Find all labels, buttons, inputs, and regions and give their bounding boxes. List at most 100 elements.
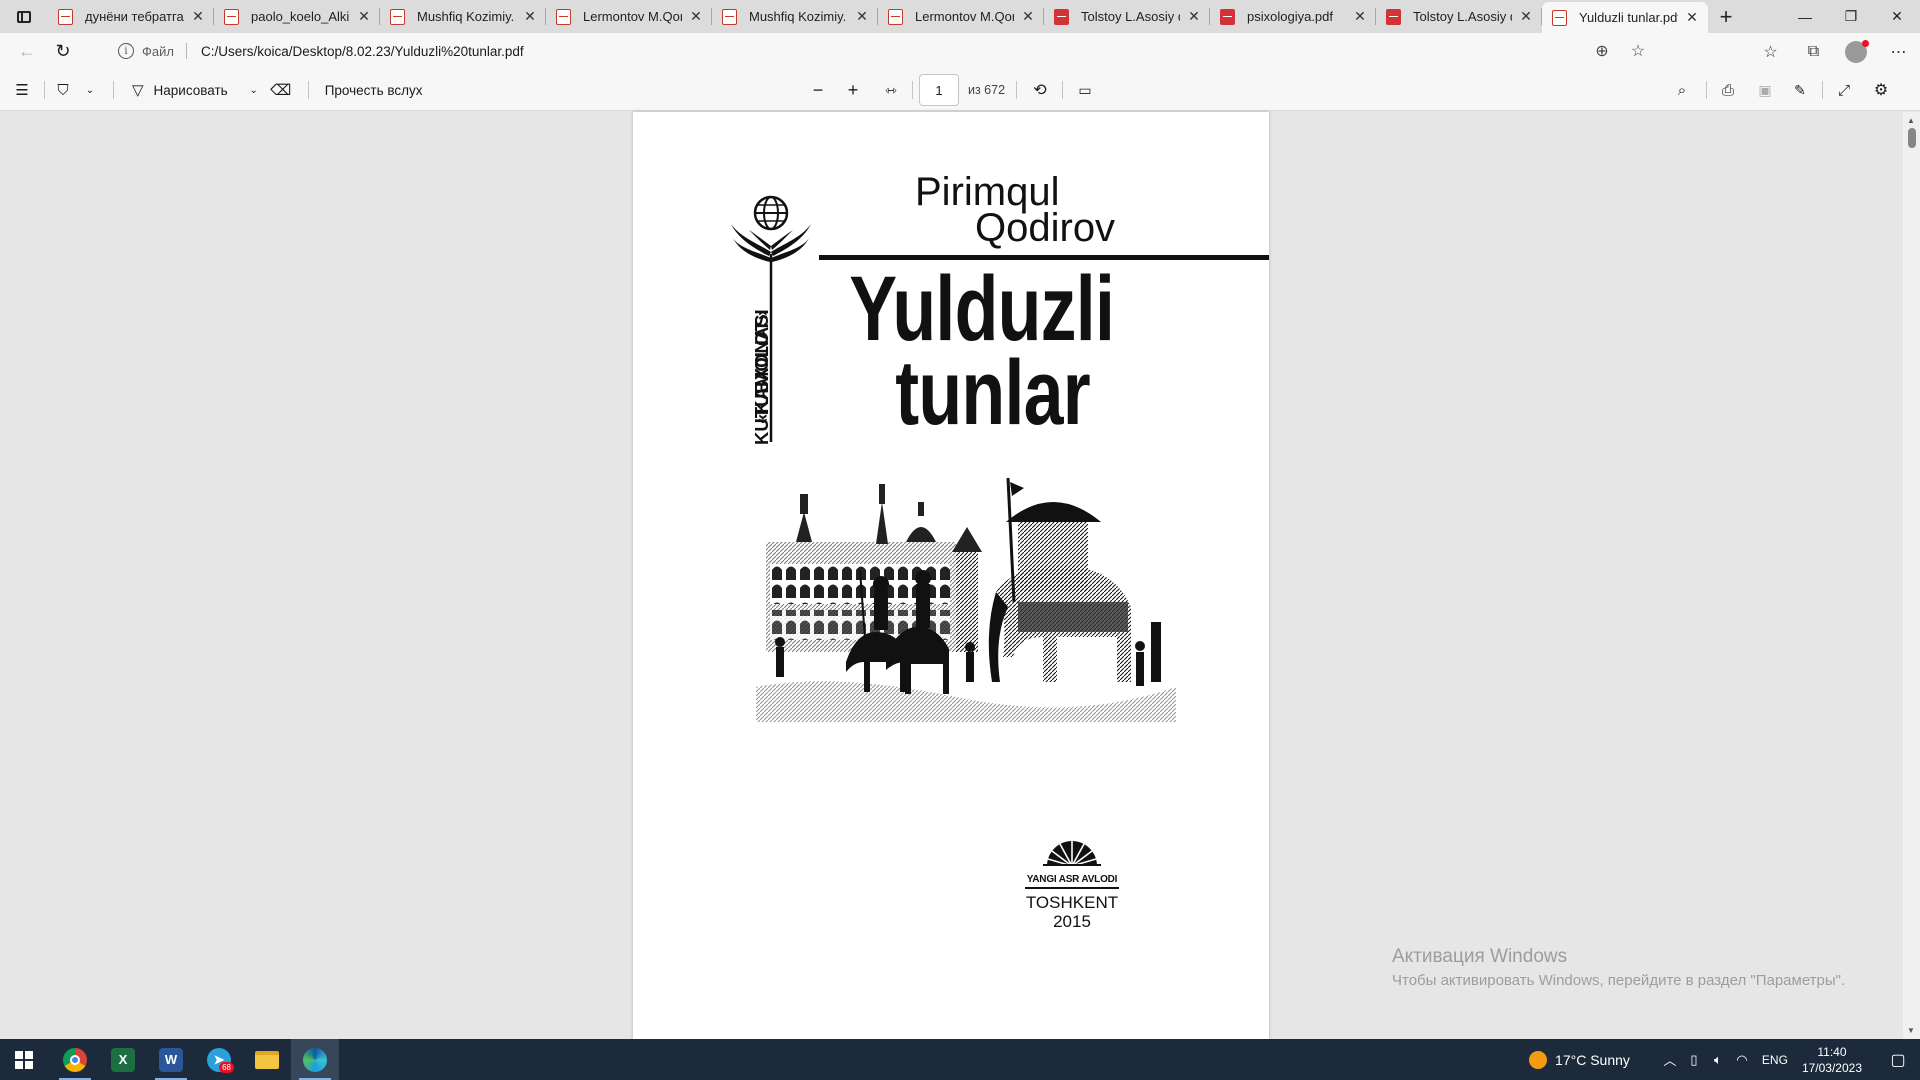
print-icon[interactable]: ⎙ (1712, 75, 1744, 105)
pdf-viewer[interactable]: «KAMOLOT» KUTUBXONASI Pirimqul Qodirov Y… (0, 112, 1920, 1039)
zoom-in-icon[interactable]: + (840, 75, 866, 105)
telegram-taskbar-button[interactable]: ➤ 68 (195, 1039, 243, 1080)
chrome-taskbar-button[interactable] (51, 1039, 99, 1080)
scroll-down-icon[interactable]: ▼ (1907, 1026, 1915, 1035)
tab-9-active[interactable]: Yulduzli tunlar.pdf ✕ (1542, 2, 1708, 33)
edge-taskbar-button[interactable] (291, 1039, 339, 1080)
pdf-file-icon (1054, 8, 1069, 25)
contents-icon[interactable]: ☰ (0, 75, 44, 105)
pdf-file-icon (556, 8, 571, 25)
publication-year: 2015 (1053, 912, 1091, 931)
close-tab-icon[interactable]: ✕ (688, 8, 704, 25)
fit-page-icon[interactable]: ⇿ (876, 75, 906, 105)
publisher-block: YANGI ASR AVLODI TOSHKENT 2015 (1025, 836, 1119, 931)
tab-4[interactable]: Mushfiq Kozimiy. C ✕ (712, 0, 878, 33)
more-options-icon[interactable]: ⋯ (1877, 37, 1920, 67)
windows-taskbar: X W ➤ 68 17°C Sunny ︿ ▯ 🔈︎ ◠ ENG 11:40 1… (0, 1039, 1920, 1080)
volume-icon[interactable]: 🔈︎ (1706, 1052, 1730, 1068)
zoom-icon[interactable]: ⊕ (1584, 41, 1620, 61)
draw-button[interactable]: ▽ Нарисовать (114, 75, 228, 105)
close-tab-icon[interactable]: ✕ (356, 8, 372, 25)
highlight-dropdown-icon[interactable]: ⌄ (81, 75, 99, 105)
draw-dropdown-icon[interactable]: ⌄ (242, 75, 266, 105)
highlight-icon[interactable]: ⛉ (45, 75, 81, 105)
telegram-badge: 68 (219, 1062, 234, 1073)
page-view-icon[interactable]: ▭ (1070, 75, 1100, 105)
read-aloud-button[interactable]: Прочесть вслух (309, 75, 423, 105)
language-indicator[interactable]: ENG (1762, 1053, 1788, 1067)
tab-5[interactable]: Lermontov M.Qora ✕ (878, 0, 1044, 33)
divider (1016, 81, 1017, 99)
collections-icon[interactable]: ⧉ (1792, 37, 1835, 67)
vertical-scrollbar[interactable]: ▲ ▼ (1903, 112, 1920, 1039)
minimize-button[interactable]: — (1782, 0, 1828, 33)
scroll-up-icon[interactable]: ▲ (1907, 116, 1915, 125)
pdf-file-icon (1552, 9, 1567, 26)
new-tab-button[interactable]: + (1708, 0, 1744, 33)
close-tab-icon[interactable]: ✕ (190, 8, 206, 25)
publisher-rule (1025, 887, 1119, 889)
tab-3[interactable]: Lermontov M.Qora ✕ (546, 0, 712, 33)
restore-button[interactable]: ❐ (1828, 0, 1874, 33)
close-tab-icon[interactable]: ✕ (854, 8, 870, 25)
close-tab-icon[interactable]: ✕ (1352, 8, 1368, 25)
title-line-2: tunlar (895, 342, 1090, 444)
tab-2[interactable]: Mushfiq Kozimiy. C ✕ (380, 0, 546, 33)
favorites-icon[interactable]: ☆ (1749, 37, 1792, 67)
weather-sun-icon[interactable] (1529, 1050, 1548, 1069)
close-tab-icon[interactable]: ✕ (1020, 8, 1036, 25)
close-window-button[interactable]: ✕ (1874, 0, 1920, 33)
tab-actions-menu-button[interactable] (0, 0, 48, 33)
pdf-file-icon (58, 8, 73, 25)
close-tab-icon[interactable]: ✕ (1186, 8, 1202, 25)
windows-activation-watermark: Активация Windows Чтобы активировать Win… (1392, 946, 1845, 989)
zoom-out-icon[interactable]: − (805, 75, 831, 105)
close-tab-icon[interactable]: ✕ (1518, 8, 1534, 25)
close-tab-icon[interactable]: ✕ (522, 8, 538, 25)
network-icon[interactable]: ◠ (1730, 1052, 1754, 1068)
start-button[interactable] (0, 1039, 48, 1080)
series-line-2: KUTUBXONASI (751, 309, 772, 445)
info-icon[interactable]: i (118, 43, 134, 59)
fullscreen-icon[interactable]: ⤢ (1828, 75, 1860, 105)
divider (1822, 81, 1823, 99)
tab-0[interactable]: дунёни тебратган ✕ (48, 0, 214, 33)
add-favorite-icon[interactable]: ☆ (1620, 41, 1656, 61)
tab-title: Lermontov M.Qora (915, 9, 1014, 24)
settings-icon[interactable]: ⚙ (1865, 75, 1897, 105)
tab-strip: дунёни тебратган ✕ paolo_koelo_Alkim ✕ M… (0, 0, 1920, 33)
close-tab-icon[interactable]: ✕ (1684, 9, 1700, 26)
page-number-input[interactable]: 1 (919, 74, 959, 106)
save-as-icon[interactable]: ✎ (1784, 75, 1816, 105)
book-title: Yulduzli tunlar (843, 263, 1115, 444)
file-explorer-taskbar-button[interactable] (243, 1039, 291, 1080)
weather-text[interactable]: 17°C Sunny (1555, 1052, 1630, 1068)
tab-1[interactable]: paolo_koelo_Alkim ✕ (214, 0, 380, 33)
tab-title: Mushfiq Kozimiy. C (417, 9, 516, 24)
rotate-icon[interactable]: ⟲ (1026, 75, 1054, 105)
excel-taskbar-button[interactable]: X (99, 1039, 147, 1080)
eraser-icon[interactable]: ⌫ (266, 75, 296, 105)
tab-7[interactable]: psixologiya.pdf ✕ (1210, 0, 1376, 33)
draw-icon: ▽ (132, 82, 144, 99)
tab-title: Tolstoy L.Asosiy qa (1413, 9, 1512, 24)
clock[interactable]: 11:40 17/03/2023 (1802, 1044, 1862, 1076)
save-icon[interactable]: ▣ (1749, 75, 1781, 105)
search-icon[interactable]: ⌕ (1666, 75, 1698, 105)
profile-avatar[interactable] (1845, 39, 1869, 63)
url-text[interactable]: C:/Users/koica/Desktop/8.02.23/Yulduzli%… (201, 44, 524, 59)
scroll-thumb[interactable] (1908, 128, 1916, 148)
activation-heading: Активация Windows (1392, 946, 1568, 967)
refresh-button[interactable]: ↻ (45, 37, 81, 67)
show-hidden-icons-icon[interactable]: ︿ (1658, 1050, 1682, 1069)
word-taskbar-button[interactable]: W (147, 1039, 195, 1080)
back-button[interactable]: ← (9, 37, 45, 67)
author-last-name: Qodirov (975, 206, 1116, 250)
address-bar[interactable]: i Файл C:/Users/koica/Desktop/8.02.23/Yu… (104, 36, 1656, 66)
notification-center-icon[interactable]: ▢ (1876, 1050, 1920, 1070)
tab-8[interactable]: Tolstoy L.Asosiy qa ✕ (1376, 0, 1542, 33)
tab-6[interactable]: Tolstoy L.Asosiy qa ✕ (1044, 0, 1210, 33)
clock-date: 17/03/2023 (1801, 1060, 1862, 1075)
divider (185, 43, 187, 59)
battery-icon[interactable]: ▯ (1682, 1052, 1706, 1068)
